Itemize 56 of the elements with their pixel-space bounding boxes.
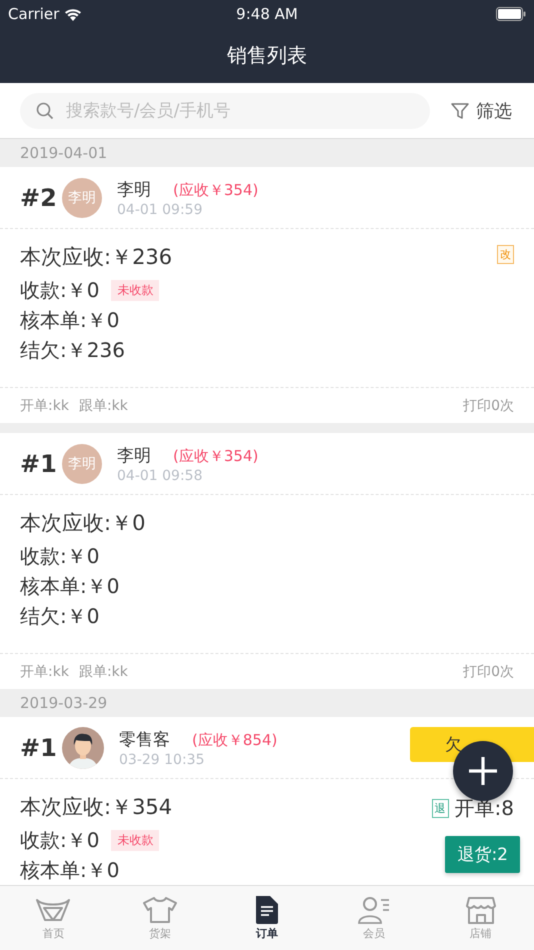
plus-icon <box>468 756 498 786</box>
amount-line: 本次应收:￥236 <box>20 244 172 271</box>
return-badge: 退 <box>432 799 449 818</box>
tab-item[interactable]: 会员 <box>320 886 428 950</box>
member-icon <box>356 896 392 924</box>
order-number: #1 <box>20 450 58 478</box>
search-icon <box>36 102 54 120</box>
tab-item[interactable]: 店铺 <box>427 886 534 950</box>
filter-icon <box>450 100 470 120</box>
order-number: #2 <box>20 184 58 212</box>
amount-line: 核本单:￥0 <box>20 306 120 334</box>
amount-line: 收款:￥0 <box>20 542 100 570</box>
unpaid-tag: 未收款 <box>111 830 160 850</box>
return-button[interactable]: 退货:2 <box>445 836 520 873</box>
customer-name: 李明 <box>117 178 151 200</box>
tab-item[interactable]: 首页 <box>0 886 107 950</box>
print-count: 打印0次 <box>463 396 514 414</box>
avatar: 李明 <box>62 444 102 484</box>
date-header: 2019-03-29 <box>0 689 534 717</box>
unpaid-tag: 未收款 <box>111 280 160 300</box>
amount-line: 结欠:￥236 <box>20 336 125 364</box>
order-time: 03-29 10:35 <box>119 752 206 768</box>
amount-line: 收款:￥0 <box>20 826 100 854</box>
amount-due: (应收￥854) <box>192 730 278 750</box>
amount-line: 本次应收:￥354 <box>20 794 172 821</box>
search-input[interactable]: 搜索款号/会员/手机号 <box>64 100 414 122</box>
opener-label: 开单:kk <box>20 662 69 680</box>
amount-line: 核本单:￥0 <box>20 572 120 600</box>
tab-item[interactable]: 货架 <box>106 886 214 950</box>
amount-due: (应收￥354) <box>173 180 258 200</box>
amount-line: 收款:￥0 <box>20 276 100 304</box>
filter-button[interactable]: 筛选 <box>446 94 516 126</box>
opener-label: 开单:kk <box>20 396 69 414</box>
customer-name: 李明 <box>117 444 151 466</box>
wifi-icon <box>64 8 82 20</box>
battery-icon <box>496 7 526 21</box>
date-header: 2019-04-01 <box>0 139 534 167</box>
page-title: 销售列表 <box>227 42 307 69</box>
amount-due: (应收￥354) <box>173 446 258 466</box>
amount-line: 核本单:￥0 <box>20 856 120 884</box>
tab-item[interactable]: 订单 <box>214 886 320 950</box>
order-time: 04-01 09:58 <box>117 468 204 484</box>
print-count: 打印0次 <box>463 662 514 680</box>
follower-label: 跟单:kk <box>78 662 128 680</box>
order-number: #1 <box>20 734 58 762</box>
follower-label: 跟单:kk <box>78 396 128 414</box>
amount-line: 结欠:￥0 <box>20 602 100 630</box>
customer-name: 零售客 <box>119 728 170 750</box>
status-time: 9:48 AM <box>235 5 299 23</box>
order-time: 04-01 09:59 <box>117 202 204 218</box>
edit-badge[interactable]: 改 <box>497 245 514 264</box>
search-field[interactable]: 搜索款号/会员/手机号 <box>20 92 430 128</box>
carrier-label: Carrier <box>8 5 60 23</box>
shirt-icon <box>142 896 178 924</box>
amount-line: 本次应收:￥0 <box>20 510 146 537</box>
avatar: 李明 <box>62 178 102 218</box>
